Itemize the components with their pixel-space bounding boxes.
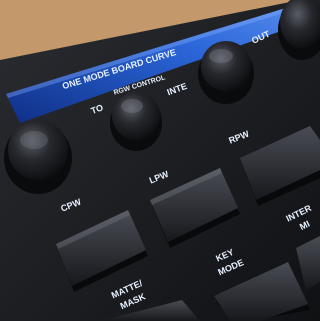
control-surface-photo: ONE MODE BOARD CURVE RGW CONTROL TO INTE…: [0, 0, 320, 321]
photo-scene: ONE MODE BOARD CURVE RGW CONTROL TO INTE…: [0, 0, 320, 321]
knob-2[interactable]: [110, 92, 162, 151]
